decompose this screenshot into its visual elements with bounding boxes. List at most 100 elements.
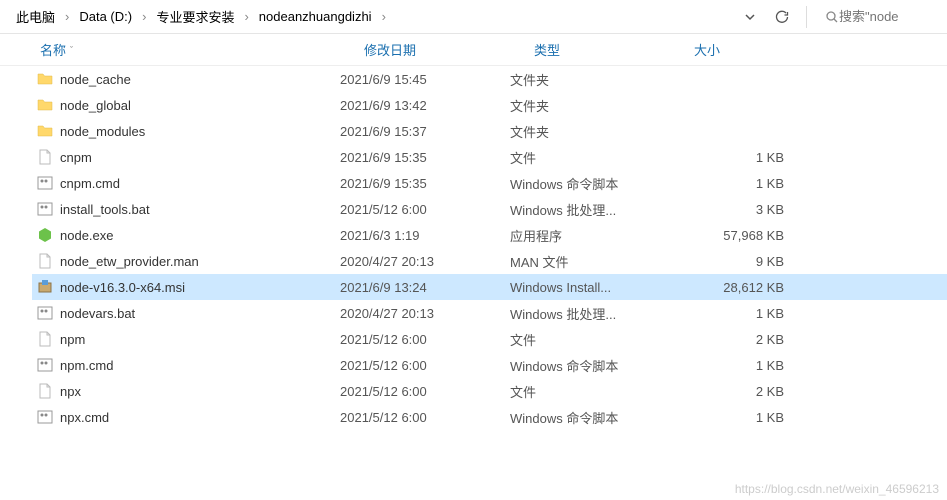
file-name: npm xyxy=(60,332,85,347)
file-name: cnpm xyxy=(60,150,92,165)
file-size: 9 KB xyxy=(662,254,792,269)
file-row[interactable]: cnpm 2021/6/9 15:35文件1 KB xyxy=(32,144,947,170)
node-icon xyxy=(36,226,54,244)
file-size: 28,612 KB xyxy=(662,280,792,295)
search-icon xyxy=(825,10,839,24)
cmd-icon xyxy=(36,408,54,426)
column-headers: 名称ˇ 修改日期 类型 大小 xyxy=(0,34,947,66)
cmd-icon xyxy=(36,356,54,374)
file-name: node-v16.3.0-x64.msi xyxy=(60,280,185,295)
file-name: install_tools.bat xyxy=(60,202,150,217)
column-size[interactable]: 大小 xyxy=(686,40,816,59)
cmd-icon xyxy=(36,304,54,322)
breadcrumb-item[interactable]: Data (D:) xyxy=(75,7,136,26)
breadcrumb: 此电脑 › Data (D:) › 专业要求安装 › nodeanzhuangdizhi › xyxy=(8,5,738,28)
msi-icon xyxy=(36,278,54,296)
file-date: 2021/6/9 15:35 xyxy=(332,176,502,191)
file-date: 2021/6/9 15:35 xyxy=(332,150,502,165)
file-row[interactable]: node_cache2021/6/9 15:45文件夹 xyxy=(32,66,947,92)
chevron-right-icon: › xyxy=(242,9,250,24)
file-name: nodevars.bat xyxy=(60,306,135,321)
divider xyxy=(806,6,807,28)
refresh-icon[interactable] xyxy=(770,5,794,29)
file-row[interactable]: npx.cmd2021/5/12 6:00Windows 命令脚本1 KB xyxy=(32,404,947,430)
file-name: npx xyxy=(60,384,81,399)
folder-icon xyxy=(36,70,54,88)
file-date: 2021/6/3 1:19 xyxy=(332,228,502,243)
file-name: node_modules xyxy=(60,124,145,139)
file-date: 2020/4/27 20:13 xyxy=(332,254,502,269)
search-box[interactable] xyxy=(819,9,939,24)
file-icon xyxy=(36,330,54,348)
cmd-icon xyxy=(36,200,54,218)
file-type: Windows 命令脚本 xyxy=(502,408,662,427)
file-size: 1 KB xyxy=(662,306,792,321)
file-row[interactable]: nodevars.bat2020/4/27 20:13Windows 批处理..… xyxy=(32,300,947,326)
file-row[interactable]: node-v16.3.0-x64.msi 2021/6/9 13:24Window… xyxy=(32,274,947,300)
chevron-right-icon: › xyxy=(380,9,388,24)
breadcrumb-item[interactable]: 此电脑 xyxy=(12,5,59,28)
file-name-cell: npm.cmd xyxy=(36,356,332,374)
file-row[interactable]: cnpm.cmd2021/6/9 15:35Windows 命令脚本1 KB xyxy=(32,170,947,196)
history-dropdown-icon[interactable] xyxy=(738,5,762,29)
file-row[interactable]: node_etw_provider.man 2020/4/27 20:13MAN … xyxy=(32,248,947,274)
chevron-right-icon: › xyxy=(140,9,148,24)
file-type: 文件 xyxy=(502,330,662,349)
file-date: 2021/6/9 13:24 xyxy=(332,280,502,295)
column-date[interactable]: 修改日期 xyxy=(356,40,526,59)
breadcrumb-item[interactable]: nodeanzhuangdizhi xyxy=(255,7,376,26)
column-name[interactable]: 名称ˇ xyxy=(32,40,356,59)
file-type: 文件 xyxy=(502,148,662,167)
sort-indicator-icon: ˇ xyxy=(70,45,73,55)
file-size: 1 KB xyxy=(662,358,792,373)
file-name: cnpm.cmd xyxy=(60,176,120,191)
file-name-cell: node_modules xyxy=(36,122,332,140)
file-row[interactable]: node_modules2021/6/9 15:37文件夹 xyxy=(32,118,947,144)
file-row[interactable]: npm.cmd2021/5/12 6:00Windows 命令脚本1 KB xyxy=(32,352,947,378)
file-type: 文件夹 xyxy=(502,70,662,89)
file-row[interactable]: node_global2021/6/9 13:42文件夹 xyxy=(32,92,947,118)
file-date: 2021/5/12 6:00 xyxy=(332,410,502,425)
file-size: 3 KB xyxy=(662,202,792,217)
file-name-cell: node_etw_provider.man xyxy=(36,252,332,270)
file-name-cell: node-v16.3.0-x64.msi xyxy=(36,278,332,296)
file-name-cell: node.exe xyxy=(36,226,332,244)
file-list: node_cache2021/6/9 15:45文件夹node_global20… xyxy=(0,66,947,430)
file-date: 2021/6/9 15:45 xyxy=(332,72,502,87)
file-name: node_etw_provider.man xyxy=(60,254,199,269)
file-date: 2021/5/12 6:00 xyxy=(332,332,502,347)
file-type: 文件夹 xyxy=(502,96,662,115)
chevron-right-icon: › xyxy=(63,9,71,24)
search-input[interactable] xyxy=(839,9,919,24)
folder-icon xyxy=(36,122,54,140)
file-size: 1 KB xyxy=(662,150,792,165)
file-type: 应用程序 xyxy=(502,226,662,245)
file-row[interactable]: npx2021/5/12 6:00文件2 KB xyxy=(32,378,947,404)
file-name-cell: node_global xyxy=(36,96,332,114)
breadcrumb-item[interactable]: 专业要求安装 xyxy=(152,5,238,28)
file-date: 2021/5/12 6:00 xyxy=(332,202,502,217)
file-type: 文件 xyxy=(502,382,662,401)
file-name: node.exe xyxy=(60,228,114,243)
file-name-cell: node_cache xyxy=(36,70,332,88)
file-type: MAN 文件 xyxy=(502,252,662,271)
folder-icon xyxy=(36,96,54,114)
file-row[interactable]: install_tools.bat 2021/5/12 6:00Windows 批… xyxy=(32,196,947,222)
toolbar: 此电脑 › Data (D:) › 专业要求安装 › nodeanzhuangdizhi › xyxy=(0,0,947,34)
file-row[interactable]: node.exe2021/6/3 1:19应用程序57,968 KB xyxy=(32,222,947,248)
file-row[interactable]: npm2021/5/12 6:00文件2 KB xyxy=(32,326,947,352)
column-type[interactable]: 类型 xyxy=(526,40,686,59)
file-icon xyxy=(36,148,54,166)
file-name: node_global xyxy=(60,98,131,113)
file-type: Windows Install... xyxy=(502,280,662,295)
file-size: 2 KB xyxy=(662,384,792,399)
file-type: Windows 批处理... xyxy=(502,200,662,219)
toolbar-controls xyxy=(738,5,939,29)
file-name-cell: npx xyxy=(36,382,332,400)
file-date: 2020/4/27 20:13 xyxy=(332,306,502,321)
file-type: Windows 命令脚本 xyxy=(502,356,662,375)
file-name-cell: npx.cmd xyxy=(36,408,332,426)
file-size: 1 KB xyxy=(662,410,792,425)
file-size: 1 KB xyxy=(662,176,792,191)
file-icon xyxy=(36,382,54,400)
